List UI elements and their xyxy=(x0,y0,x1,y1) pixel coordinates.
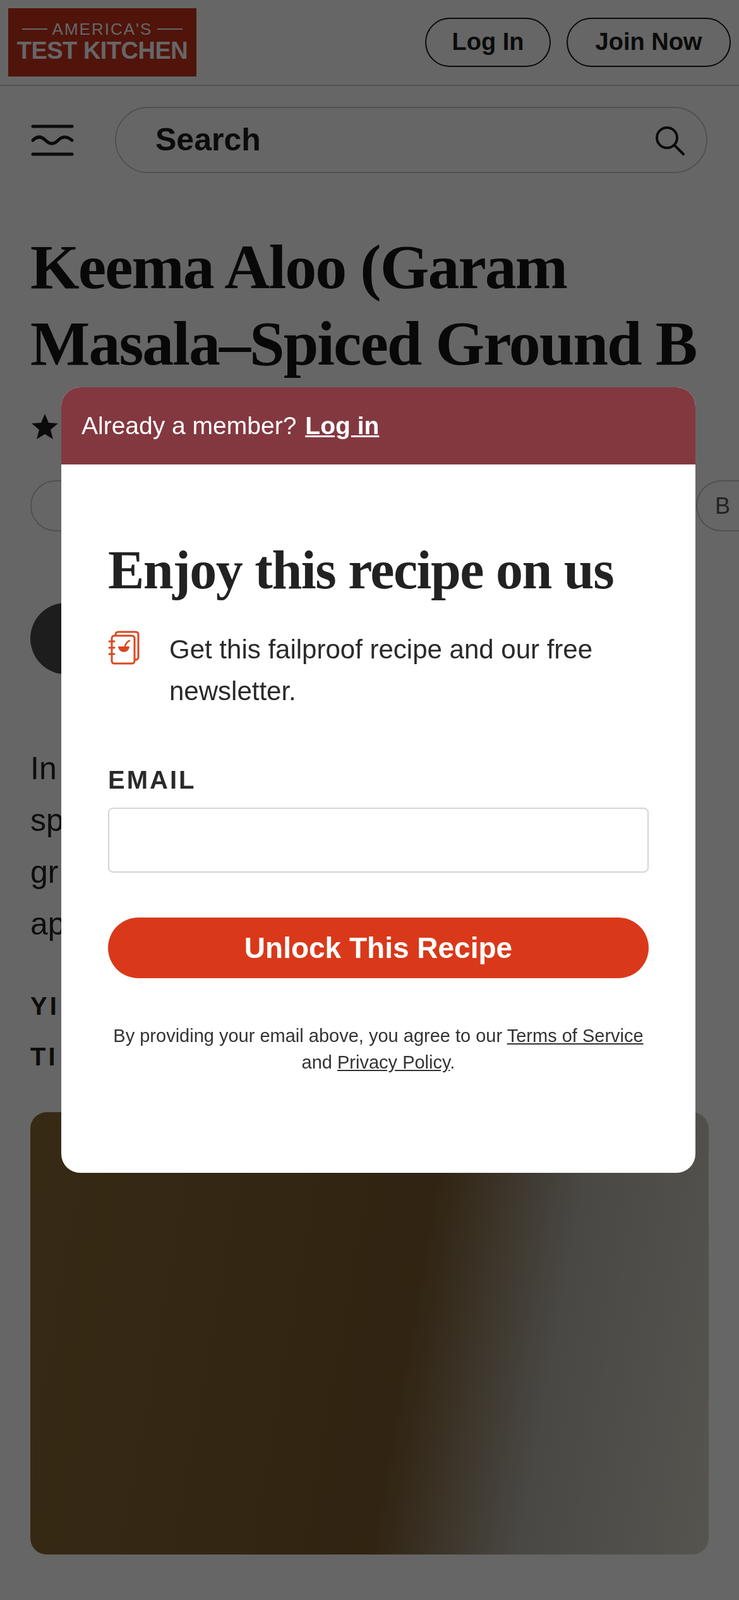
email-input[interactable] xyxy=(108,807,649,873)
legal-and: and xyxy=(301,1051,338,1072)
modal-body: Enjoy this recipe on us Get this failpro… xyxy=(61,464,696,1173)
modal-heading: Enjoy this recipe on us xyxy=(108,540,649,601)
modal-login-link[interactable]: Log in xyxy=(305,407,379,445)
feature-text: Get this failproof recipe and our free n… xyxy=(169,628,649,712)
recipe-book-icon xyxy=(108,629,141,666)
feature-row: Get this failproof recipe and our free n… xyxy=(108,628,649,712)
legal-prefix: By providing your email above, you agree… xyxy=(113,1025,507,1046)
member-prompt: Already a member? xyxy=(81,407,297,445)
terms-link[interactable]: Terms of Service xyxy=(507,1025,644,1046)
privacy-link[interactable]: Privacy Policy xyxy=(337,1051,450,1072)
signup-modal: Already a member? Log in Enjoy this reci… xyxy=(61,387,696,1173)
legal-end: . xyxy=(449,1051,455,1072)
legal-text: By providing your email above, you agree… xyxy=(108,1021,649,1076)
email-label: EMAIL xyxy=(108,764,649,795)
member-bar: Already a member? Log in xyxy=(61,387,696,465)
unlock-button[interactable]: Unlock This Recipe xyxy=(108,917,649,978)
